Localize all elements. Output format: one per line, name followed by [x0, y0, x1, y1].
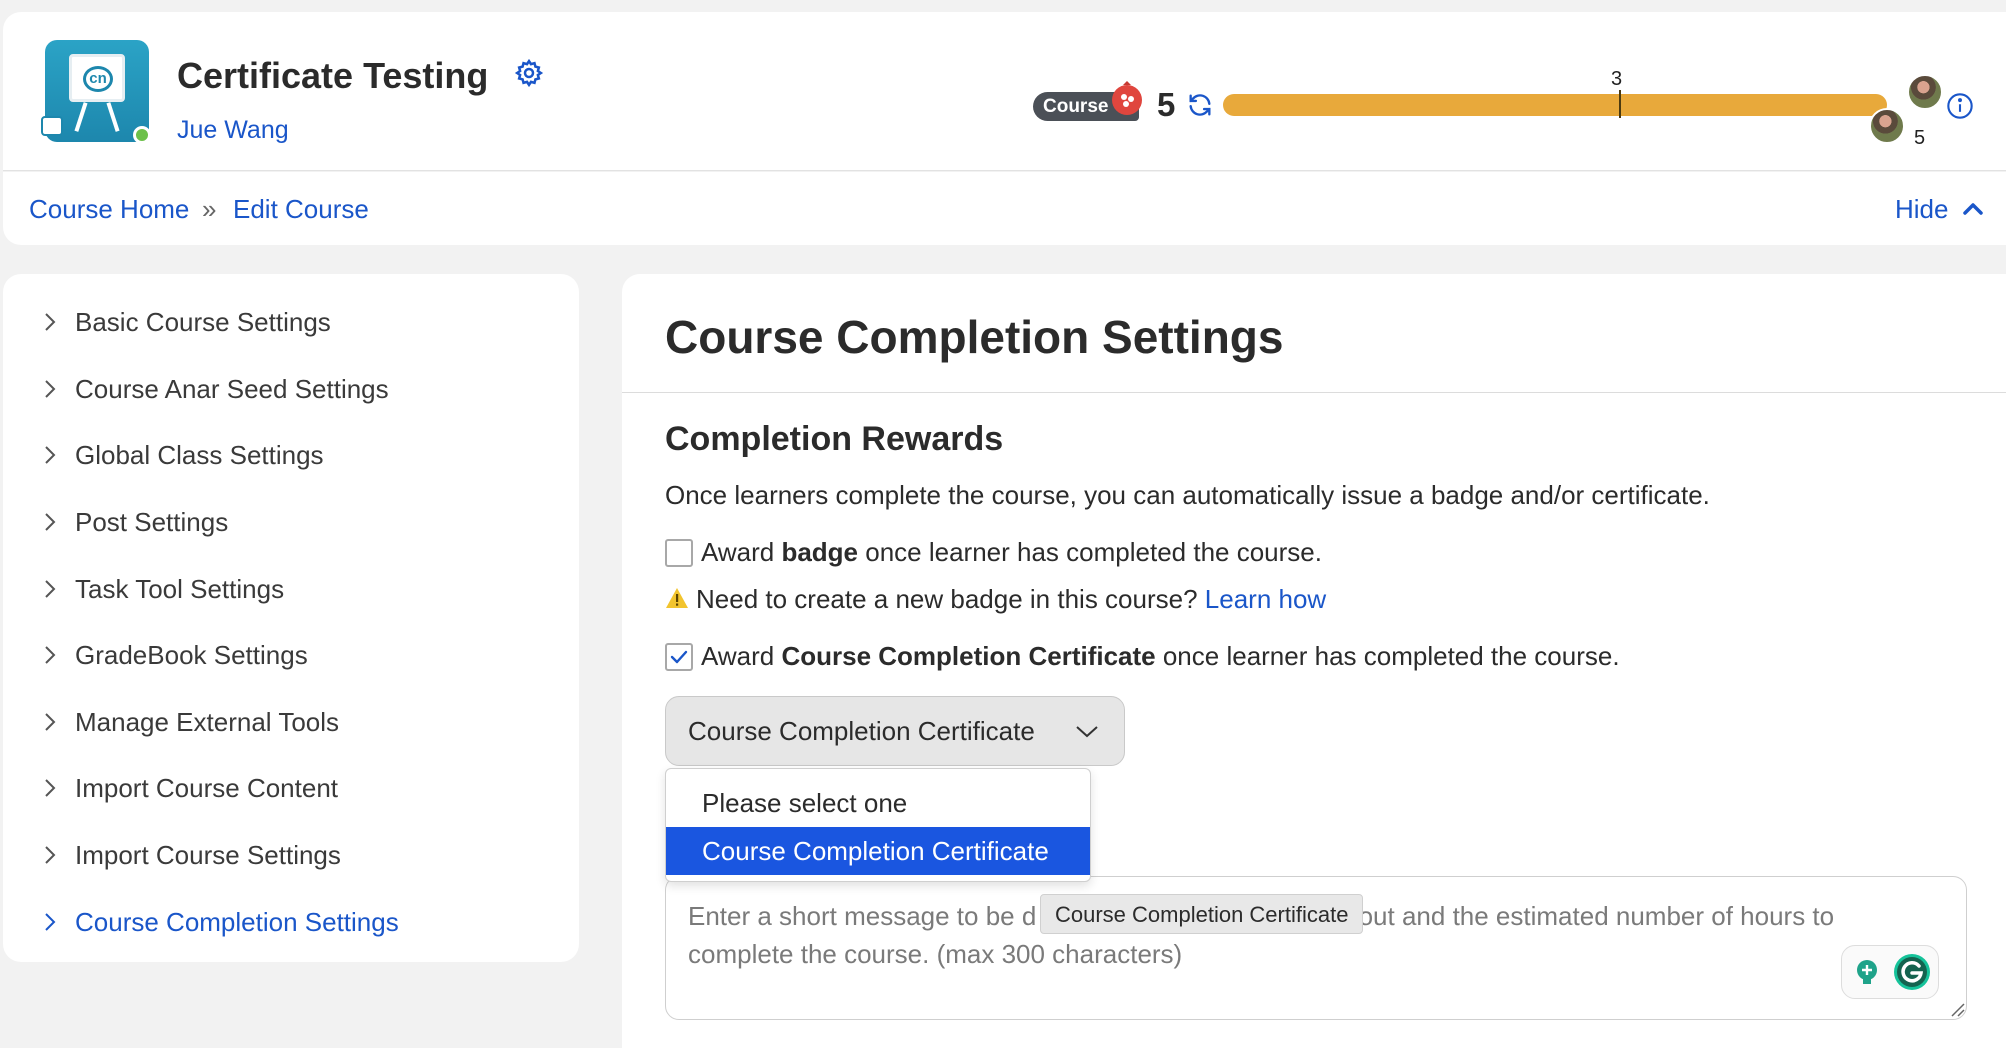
sidebar-item-import-course-content[interactable]: Import Course Content [43, 768, 338, 808]
main-panel: Course Completion Settings Completion Re… [622, 274, 2006, 1048]
sidebar-item-course-completion-settings[interactable]: Course Completion Settings [43, 902, 399, 942]
easel-leg [74, 102, 88, 132]
grammarly-g-icon [1894, 954, 1930, 990]
badge-warning-text: Need to create a new badge in this cours… [696, 584, 1326, 615]
chevron-right-icon [45, 446, 56, 464]
course-header: cn Certificate Testing Jue Wang Course 5… [3, 12, 2006, 171]
dropdown-option-please-select[interactable]: Please select one [666, 779, 1090, 827]
gear-icon[interactable] [514, 58, 544, 88]
seed-score: 5 [1157, 86, 1176, 123]
sidebar-item-basic-course-settings[interactable]: Basic Course Settings [43, 302, 331, 342]
chevron-up-icon[interactable] [1962, 200, 1984, 218]
sidebar-item-label: Basic Course Settings [75, 306, 331, 337]
award-certificate-prefix: Award [701, 641, 782, 671]
section-description: Once learners complete the course, you c… [665, 480, 1710, 510]
sidebar-item-gradebook-settings[interactable]: GradeBook Settings [43, 635, 308, 675]
award-badge-label: Award badge once learner has completed t… [701, 537, 1322, 568]
sidebar-item-import-course-settings[interactable]: Import Course Settings [43, 835, 341, 875]
chevron-down-icon [1076, 726, 1098, 738]
avatar-count: 5 [1914, 127, 1926, 149]
chevron-right-icon [45, 313, 56, 331]
resize-handle-icon[interactable] [1949, 1001, 1965, 1017]
certificate-select[interactable]: Course Completion Certificate [665, 696, 1125, 766]
award-certificate-label: Award Course Completion Certificate once… [701, 641, 1620, 672]
warning-text: Need to create a new badge in this cours… [696, 584, 1198, 614]
section-title: Completion Rewards [665, 420, 1004, 458]
dropdown-option-course-completion-certificate[interactable]: Course Completion Certificate [666, 827, 1090, 875]
sidebar-item-post-settings[interactable]: Post Settings [43, 502, 228, 542]
certificate-dropdown-menu: Please select one Course Completion Cert… [665, 768, 1091, 882]
refresh-icon[interactable] [1186, 91, 1214, 119]
certificate-select-value: Course Completion Certificate [688, 716, 1035, 746]
award-badge-bold: badge [781, 537, 859, 567]
pomegranate-seed-icon [1112, 81, 1142, 115]
progress-marker-label: 3 [1611, 68, 1623, 90]
sidebar-item-label: Course Completion Settings [75, 906, 399, 937]
option-tooltip: Course Completion Certificate [1040, 894, 1364, 934]
breadcrumb-course-home[interactable]: Course Home [29, 194, 189, 225]
sidebar-item-label: Global Class Settings [75, 439, 324, 470]
sidebar-item-label: GradeBook Settings [75, 639, 308, 670]
award-certificate-bold: Course Completion Certificate [781, 641, 1156, 671]
chevron-right-icon [45, 646, 56, 664]
award-certificate-suffix: once learner has completed the course. [1155, 641, 1620, 671]
award-badge-checkbox[interactable] [665, 539, 693, 567]
course-logo[interactable]: cn [41, 40, 151, 144]
warning-icon [666, 588, 688, 608]
award-badge-prefix: Award [701, 537, 782, 567]
image-edit-icon[interactable] [41, 116, 63, 136]
page-title: Course Completion Settings [665, 311, 1284, 363]
course-title: Certificate Testing [177, 55, 489, 96]
chevron-right-icon [45, 580, 56, 598]
grammarly-widget[interactable] [1841, 945, 1939, 999]
progress-bar [1223, 94, 1887, 116]
sidebar-item-label: Import Course Content [75, 772, 339, 803]
award-badge-suffix: once learner has completed the course. [858, 537, 1322, 567]
cn-logo-mark: cn [83, 66, 113, 92]
chevron-right-icon [45, 380, 56, 398]
check-icon [670, 650, 688, 664]
progress-marker [1619, 90, 1621, 118]
title-divider [622, 392, 2006, 393]
whiteboard-graphic: cn [69, 54, 125, 102]
avatar[interactable] [1869, 108, 1905, 144]
easel-leg [106, 102, 120, 132]
hide-button[interactable]: Hide [1895, 194, 1948, 225]
info-icon[interactable] [1946, 92, 1974, 120]
settings-sidebar: Basic Course Settings Course Anar Seed S… [3, 274, 579, 962]
sidebar-item-task-tool-settings[interactable]: Task Tool Settings [43, 569, 284, 609]
chevron-right-icon [45, 713, 56, 731]
instructor-link[interactable]: Jue Wang [177, 116, 289, 145]
sidebar-item-global-class-settings[interactable]: Global Class Settings [43, 435, 324, 475]
breadcrumb-separator: » [202, 194, 217, 224]
sidebar-item-label: Manage External Tools [75, 706, 340, 737]
chevron-right-icon [45, 513, 56, 531]
sidebar-item-manage-external-tools[interactable]: Manage External Tools [43, 702, 339, 742]
breadcrumb: Course Home » Edit Course Hide [3, 172, 2006, 245]
sidebar-item-label: Course Anar Seed Settings [75, 373, 389, 404]
award-certificate-checkbox[interactable] [665, 643, 693, 671]
sidebar-item-label: Post Settings [75, 506, 229, 537]
sidebar-item-label: Import Course Settings [75, 839, 341, 870]
online-status-icon [133, 126, 151, 144]
chevron-right-icon [45, 846, 56, 864]
chevron-right-icon [45, 779, 56, 797]
sidebar-item-label: Task Tool Settings [75, 573, 285, 604]
chevron-right-icon [45, 913, 56, 931]
learn-how-link[interactable]: Learn how [1205, 584, 1326, 614]
breadcrumb-edit-course[interactable]: Edit Course [233, 194, 369, 225]
avatar[interactable] [1907, 74, 1943, 110]
grammarly-lightbulb-icon [1857, 960, 1877, 984]
sidebar-item-anar-seed-settings[interactable]: Course Anar Seed Settings [43, 369, 389, 409]
